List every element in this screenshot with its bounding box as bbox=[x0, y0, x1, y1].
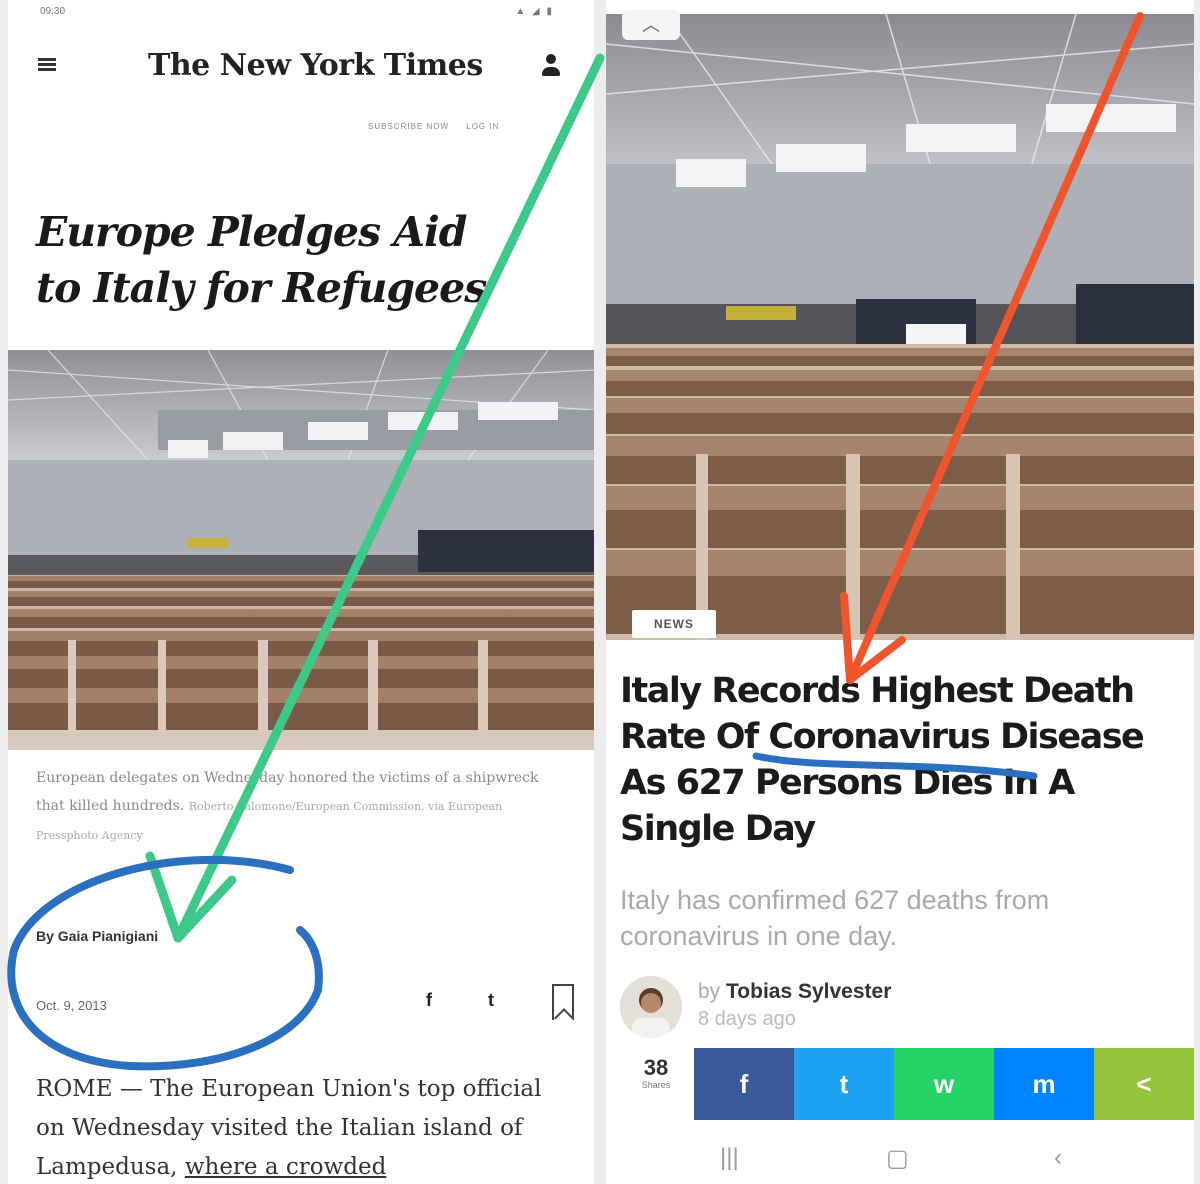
green-arrow bbox=[145, 53, 605, 943]
annotation-overlay bbox=[7, 12, 1144, 1071]
red-arrow bbox=[840, 12, 1144, 684]
blue-underline-mark bbox=[752, 752, 1038, 780]
